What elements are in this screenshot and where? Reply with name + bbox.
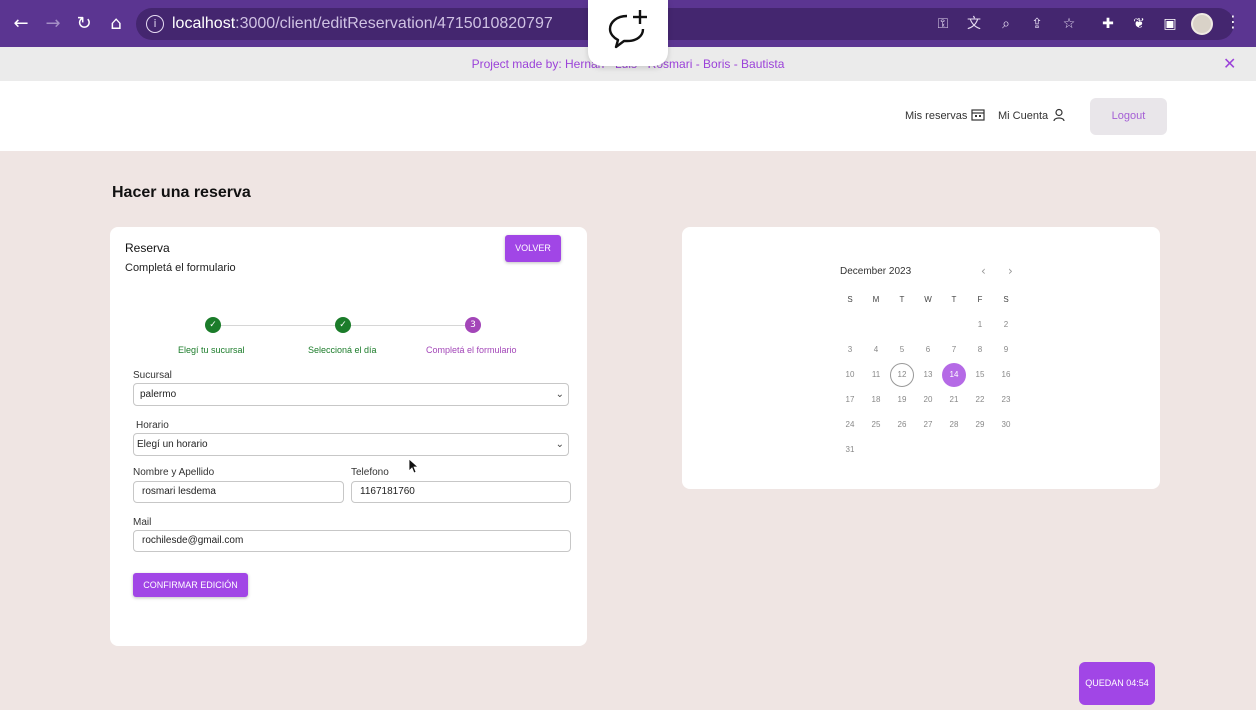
- calendar-day[interactable]: 31: [838, 438, 862, 462]
- sucursal-select[interactable]: palermo ⌄: [133, 383, 569, 406]
- calendar-day[interactable]: 28: [942, 413, 966, 437]
- side-panel-icon[interactable]: ▣: [1159, 13, 1181, 35]
- countdown-timer: QUEDAN 04:54: [1079, 662, 1155, 705]
- calendar-day[interactable]: 9: [994, 338, 1018, 362]
- step-1-check-icon: ✓: [205, 317, 221, 333]
- chevron-down-icon: ⌄: [555, 439, 564, 450]
- calendar-day[interactable]: 10: [838, 363, 862, 387]
- calendar-day-selected[interactable]: 14: [942, 363, 966, 387]
- stepper-connector: [220, 325, 336, 326]
- calendar-card: December 2023 ‹ › S M T W T F S 1 2 3 4 5 6 7 8 9 10 11 12…: [682, 227, 1160, 489]
- horario-value: Elegí un horario: [137, 439, 208, 450]
- calendar-day[interactable]: 12: [890, 363, 914, 387]
- translate-icon[interactable]: 文: [963, 13, 985, 35]
- step-3-label: Completá el formulario: [426, 345, 517, 355]
- page-title: Hacer una reserva: [112, 184, 251, 201]
- sucursal-value: palermo: [140, 389, 177, 400]
- star-icon[interactable]: ☆: [1058, 13, 1080, 35]
- calendar-day[interactable]: 19: [890, 388, 914, 412]
- calendar-day[interactable]: 20: [916, 388, 940, 412]
- calendar-day[interactable]: 7: [942, 338, 966, 362]
- calendar-day[interactable]: 16: [994, 363, 1018, 387]
- volver-button[interactable]: VOLVER: [505, 235, 561, 262]
- user-icon[interactable]: [1052, 108, 1066, 122]
- calendar-day[interactable]: 22: [968, 388, 992, 412]
- calendar-day[interactable]: 11: [864, 363, 888, 387]
- next-month-icon[interactable]: ›: [1008, 264, 1013, 278]
- calendar-weekday: W: [924, 295, 932, 304]
- calendar-day[interactable]: 25: [864, 413, 888, 437]
- nombre-input[interactable]: rosmari lesdema: [133, 481, 344, 503]
- calendar-weekday: S: [847, 295, 853, 304]
- calendar-day[interactable]: 8: [968, 338, 992, 362]
- menu-icon[interactable]: ⋮: [1225, 12, 1241, 31]
- sucursal-label: Sucursal: [133, 370, 172, 381]
- calendar-day[interactable]: 27: [916, 413, 940, 437]
- calendar-day[interactable]: 24: [838, 413, 862, 437]
- zoom-icon[interactable]: ⌕: [995, 13, 1017, 35]
- calendar-weekday: F: [977, 295, 983, 304]
- calendar-month: December 2023: [840, 266, 912, 277]
- chat-plus-icon: [608, 10, 647, 49]
- calendar-day[interactable]: 26: [890, 413, 914, 437]
- calendar-weekday: S: [1003, 295, 1009, 304]
- avatar[interactable]: [1191, 13, 1213, 35]
- calendar-day[interactable]: 30: [994, 413, 1018, 437]
- horario-label: Horario: [136, 420, 169, 431]
- calendar-weekday: M: [872, 295, 880, 304]
- step-1-label: Elegí tu sucursal: [178, 345, 245, 355]
- info-icon[interactable]: i: [146, 15, 164, 33]
- calendar-day[interactable]: 15: [968, 363, 992, 387]
- telefono-input[interactable]: 1167181760: [351, 481, 571, 503]
- mouse-cursor-icon: [408, 458, 420, 474]
- close-icon[interactable]: ✕: [1223, 54, 1236, 73]
- new-chat-button[interactable]: [588, 0, 668, 66]
- card-title: Reserva: [125, 241, 170, 255]
- prev-month-icon[interactable]: ‹: [981, 264, 986, 278]
- key-icon[interactable]: ⚿: [932, 13, 954, 35]
- app-header: Mis reservas Mi Cuenta Logout: [0, 81, 1256, 151]
- confirmar-edicion-button[interactable]: CONFIRMAR EDICIÓN: [133, 573, 248, 597]
- calendar-icon[interactable]: [971, 108, 985, 122]
- step-2-check-icon: ✓: [335, 317, 351, 333]
- mi-cuenta-link[interactable]: Mi Cuenta: [998, 110, 1048, 122]
- calendar-day[interactable]: 13: [916, 363, 940, 387]
- calendar-day[interactable]: 5: [890, 338, 914, 362]
- reservation-form-card: Reserva Completá el formulario VOLVER ✓ …: [110, 227, 587, 646]
- logout-button[interactable]: Logout: [1090, 98, 1167, 135]
- forward-icon[interactable]: →: [40, 11, 66, 37]
- card-subtitle: Completá el formulario: [125, 262, 236, 274]
- reload-icon[interactable]: ↻: [71, 11, 97, 37]
- mail-input[interactable]: rochilesde@gmail.com: [133, 530, 571, 552]
- extension-leaf-icon[interactable]: ❦: [1128, 13, 1150, 35]
- back-icon[interactable]: ←: [8, 11, 34, 37]
- calendar-day[interactable]: 29: [968, 413, 992, 437]
- step-3-number: 3: [465, 317, 481, 333]
- calendar-day[interactable]: 1: [968, 313, 992, 337]
- calendar-day[interactable]: 2: [994, 313, 1018, 337]
- stepper-connector: [350, 325, 466, 326]
- calendar-weekday: T: [951, 295, 957, 304]
- mis-reservas-link[interactable]: Mis reservas: [905, 110, 967, 122]
- share-icon[interactable]: ⇪: [1026, 13, 1048, 35]
- calendar-day[interactable]: 6: [916, 338, 940, 362]
- telefono-label: Telefono: [351, 467, 389, 478]
- chevron-down-icon: ⌄: [555, 389, 564, 400]
- extensions-icon[interactable]: ✚: [1097, 13, 1119, 35]
- url-text[interactable]: localhost:3000/client/editReservation/47…: [172, 15, 553, 33]
- calendar-day[interactable]: 18: [864, 388, 888, 412]
- mail-label: Mail: [133, 517, 152, 528]
- calendar-weekday: T: [899, 295, 905, 304]
- calendar-day[interactable]: 17: [838, 388, 862, 412]
- step-2-label: Seleccioná el día: [308, 345, 377, 355]
- calendar-day[interactable]: 21: [942, 388, 966, 412]
- home-icon[interactable]: ⌂: [103, 11, 129, 37]
- horario-select[interactable]: Elegí un horario ⌄: [133, 433, 569, 456]
- calendar-day[interactable]: 23: [994, 388, 1018, 412]
- calendar-day[interactable]: 3: [838, 338, 862, 362]
- nombre-label: Nombre y Apellido: [133, 467, 215, 478]
- calendar-day[interactable]: 4: [864, 338, 888, 362]
